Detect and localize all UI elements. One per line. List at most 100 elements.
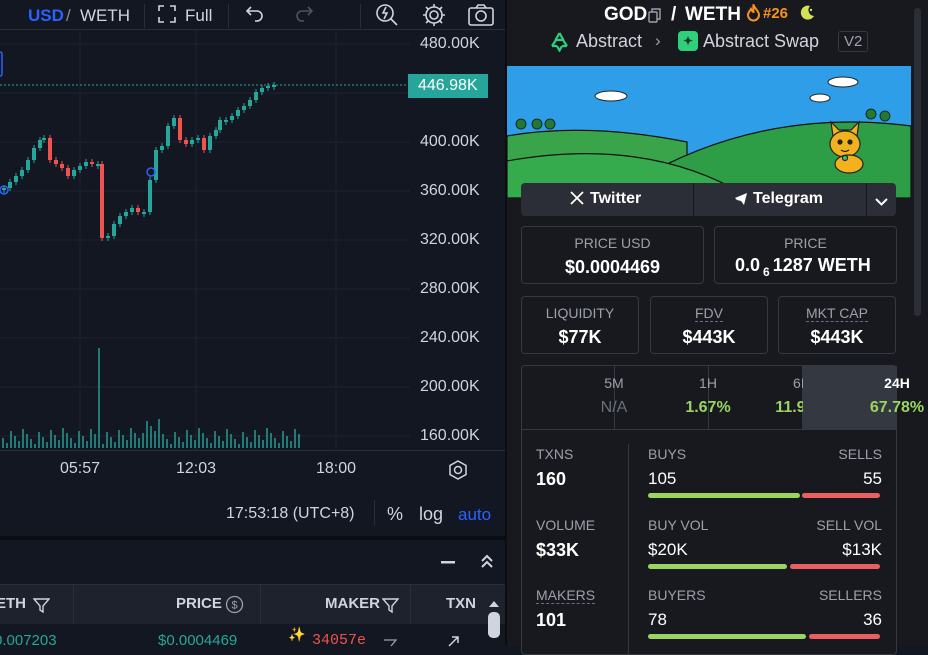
volume-bar [18,441,20,448]
copy-icon[interactable] [648,7,661,29]
volume-bar [162,434,164,448]
whale-emoji-icon: ✨ [288,626,306,642]
volume-bar [130,428,132,448]
timeframe-24h[interactable]: 24H 67.78% [803,366,924,430]
auto-scale-toggle[interactable]: auto [458,505,491,525]
volume-bar [118,430,120,448]
volume-bar [174,432,176,448]
currency-usd-toggle[interactable]: USD [28,6,64,26]
time-tick: 18:00 [316,460,357,477]
scroll-marker[interactable] [0,51,3,77]
volume-bar [138,438,140,448]
chain-name[interactable]: Abstract [576,31,642,52]
minimize-icon[interactable] [440,554,456,575]
quote-symbol: WETH [685,4,741,25]
row-maker[interactable]: 34057e [312,632,366,649]
volume-bar [170,444,172,448]
table-row[interactable]: 0.007203 $0.0004469 ✨ 34057e [0,612,505,649]
buys-bar [648,493,800,498]
candlesticks [2,82,276,241]
price-native-prefix: 0.0 [735,255,761,275]
dex-name[interactable]: Abstract Swap [703,31,819,52]
column-header-price[interactable]: PRICE [176,595,222,612]
time-axis[interactable]: 05:57 12:03 18:00 [0,450,505,490]
volume-bar [106,432,108,448]
column-header-amount[interactable]: ETH [0,595,26,612]
time-tick: 12:03 [176,460,217,477]
settings-gear-icon[interactable] [421,2,447,33]
timeframe-1h[interactable]: 1H 1.67% [615,366,731,430]
column-header-maker[interactable]: MAKER [325,595,380,612]
twitter-button[interactable]: Twitter [521,183,692,216]
buy-volume-bar [648,564,787,569]
volume-bar [82,436,84,448]
timeframe-5m[interactable]: 5M N/A [522,366,627,430]
camera-screenshot-icon[interactable] [467,2,495,33]
sell-volume-value: $13K [842,540,882,559]
volume-bar [150,426,152,448]
stats-card: 5M N/A 1H 1.67% 6H 11.95% 24H 67.78% TXN… [521,365,924,655]
price-native-value: 0.0 6 1287 WETH [735,255,871,279]
undo-icon[interactable] [245,4,265,29]
mcap-card: MKT CAP $443K [778,296,896,354]
column-divider [410,585,411,625]
column-header-txn[interactable]: TXN [446,595,476,612]
filter-icon[interactable] [32,597,51,619]
price-axis[interactable]: 480.00K 400.00K 360.00K 320.00K 280.00K … [408,30,505,450]
volume-bar [218,436,220,448]
scroll-up-arrow-icon[interactable] [488,596,500,614]
volume-bar [190,435,192,448]
volume-bar [250,442,252,448]
redo-icon[interactable] [294,4,314,29]
timeframe-change: 67.78% [869,399,925,416]
percent-scale-toggle[interactable]: % [387,504,403,525]
collapse-up-icon[interactable] [479,552,495,575]
price-native-label: PRICE [784,235,827,251]
volume-bar [50,430,52,448]
volume-bar [282,431,284,448]
price-chart-plot[interactable] [0,30,410,450]
trending-rank[interactable]: #26 [763,5,788,22]
price-tick: 240.00K [420,329,480,346]
chart-toolbar: USD / WETH Full [0,0,505,30]
makers-value: 101 [536,610,567,630]
row-amount: 0.007203 [0,632,57,649]
telegram-button[interactable]: Telegram [694,183,865,216]
volume-bar [114,442,116,448]
column-divider [73,585,74,625]
volume-bar [86,441,88,448]
dex-version-badge: V2 [838,31,869,52]
price-tick: 280.00K [420,280,480,297]
volume-bar [186,430,188,448]
pair-header: GOD / WETH #26 Abstract › ✦ Abstract Swa… [507,0,915,66]
buyers-bar [648,634,806,639]
filter-icon[interactable] [383,636,398,654]
timeframe-6h[interactable]: 6H 11.95% [709,366,829,430]
fullscreen-button[interactable]: Full [185,6,212,26]
fullscreen-icon[interactable] [158,5,176,28]
chart-settings-icon[interactable] [447,459,469,486]
volume-bar [294,429,296,448]
volume-bar [66,433,68,448]
indicator-search-icon[interactable] [374,2,400,33]
currency-toggle-icon[interactable]: $ [225,595,244,619]
toolbar-divider [360,4,361,28]
sellers-value: 36 [863,610,882,629]
volume-bar [182,442,184,448]
chevron-down-icon [875,194,888,212]
event-marker[interactable] [146,167,156,177]
currency-weth-toggle[interactable]: WETH [80,6,130,26]
price-tick: 320.00K [420,231,480,248]
panel-scrollbar[interactable] [914,8,921,316]
price-usd-label: PRICE USD [574,235,651,251]
social-more-button[interactable] [866,183,896,216]
scrollbar-thumb[interactable] [488,612,500,638]
filter-icon[interactable] [381,597,400,619]
volume-bar [126,440,128,448]
sellers-bar [809,634,880,639]
log-scale-toggle[interactable]: log [419,504,443,525]
price-tick: 480.00K [420,35,480,52]
breadcrumb-chevron-icon: › [655,31,661,50]
external-link-icon[interactable] [446,634,460,652]
volume-value: $33K [536,540,580,560]
